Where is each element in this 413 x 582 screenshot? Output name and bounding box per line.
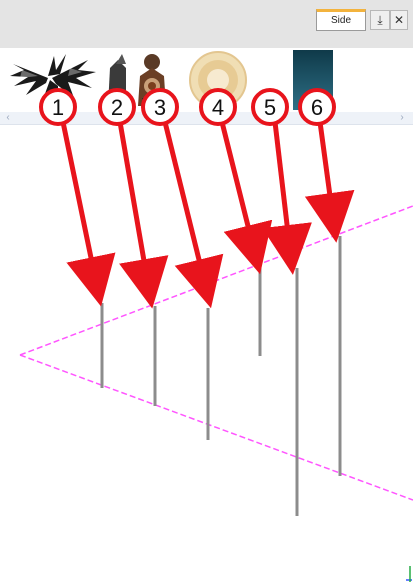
callout-4: 4 [199,88,237,126]
callout-2-label: 2 [111,95,123,120]
callout-5-label: 5 [264,95,276,120]
callout-4-label: 4 [212,95,224,120]
callout-1-label: 1 [52,95,64,120]
callout-6: 6 [298,88,336,126]
callout-1: 1 [39,88,77,126]
callout-5: 5 [251,88,289,126]
callout-arrow-3 [162,121,224,309]
callout-3: 3 [141,88,179,126]
guide-line-upper [19,205,413,356]
callout-3-label: 3 [154,95,166,120]
guide-line-lower [19,354,413,501]
callout-arrow-4 [219,121,273,275]
callout-6-label: 6 [311,95,323,120]
callout-arrow-1 [60,121,116,307]
callout-arrow-2 [117,121,169,309]
canvas: 1 2 3 4 5 6 [19,88,413,582]
callout-2: 2 [98,88,136,126]
callout-arrow-5 [262,121,312,275]
callout-arrow-6 [304,121,355,243]
axis-indicator-icon [406,566,412,582]
